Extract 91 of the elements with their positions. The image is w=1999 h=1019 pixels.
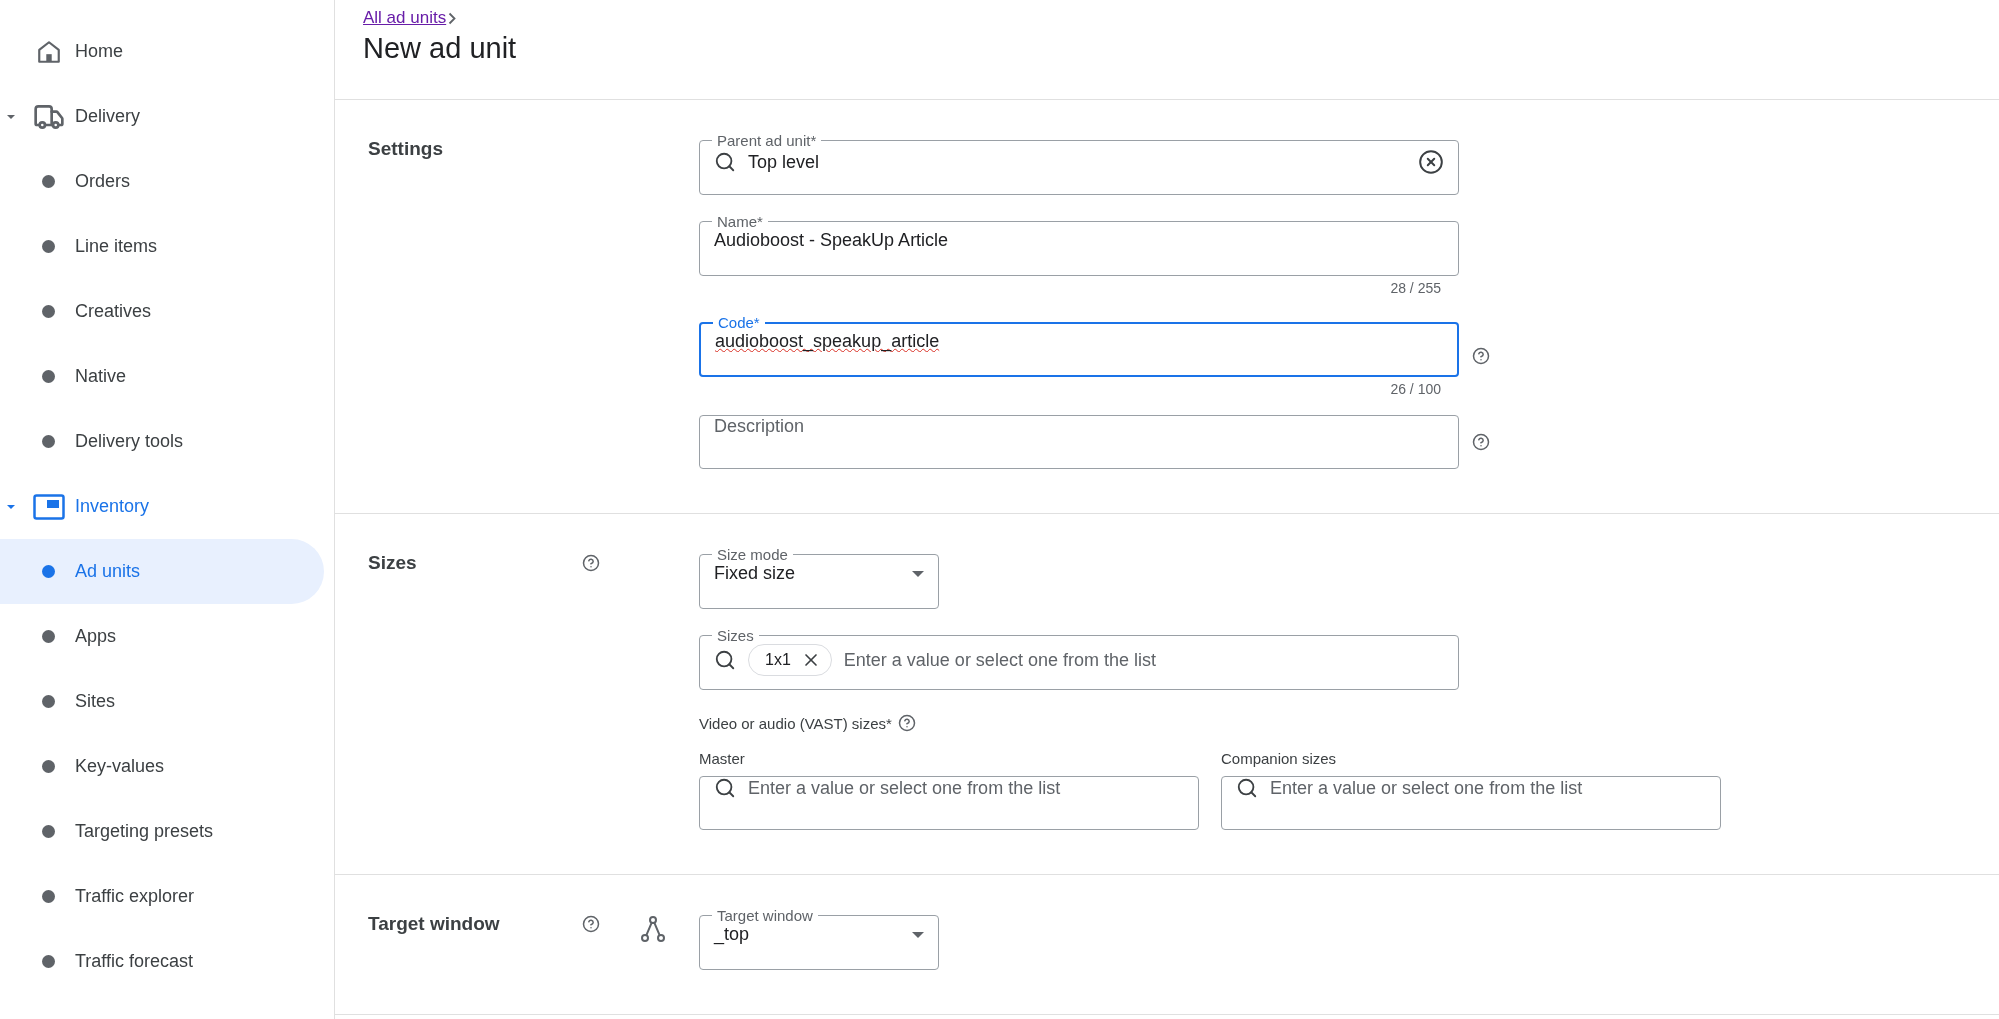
nav-item[interactable]: Traffic explorer <box>75 886 195 907</box>
input-text[interactable]: Description <box>714 416 1444 437</box>
help-icon[interactable] <box>582 915 600 933</box>
field-label: Sizes <box>716 627 755 644</box>
bullet-icon <box>42 175 55 188</box>
bullet-icon <box>42 890 55 903</box>
help-icon[interactable] <box>1472 433 1490 451</box>
field-label: Master <box>699 750 746 767</box>
home-icon <box>35 38 62 65</box>
input-text[interactable]: Top level <box>748 151 1406 173</box>
dropdown-value: _top <box>714 924 751 945</box>
nav-item-background[interactable]: Apps <box>0 604 324 669</box>
bullet-icon <box>42 565 55 578</box>
input-text[interactable]: Audioboost - SpeakUp Article <box>714 230 1444 251</box>
nav-item[interactable]: Traffic forecast <box>75 951 194 972</box>
bullet-icon <box>42 435 55 448</box>
field-label: Parent ad unit* <box>716 132 818 149</box>
input-text[interactable]: Enter a value or select one from the list <box>748 777 1184 799</box>
caret-icon[interactable] <box>7 504 15 509</box>
nav-item[interactable]: Orders <box>75 171 130 192</box>
search-field[interactable]: Sizes 1x1 Enter a value or select one from the list <box>699 627 1459 690</box>
bullet-icon <box>42 695 55 708</box>
text-field[interactable]: Description <box>699 415 1459 469</box>
field-label: Size mode <box>716 546 789 563</box>
nav-item[interactable]: Creatives <box>75 301 152 322</box>
nav-item[interactable]: Delivery <box>75 106 140 127</box>
nav-item-background[interactable]: Ad units <box>0 539 324 604</box>
branch-icon <box>640 915 666 943</box>
bullet-icon <box>42 305 55 318</box>
dropdown-field[interactable]: Size mode Fixed size <box>699 546 939 609</box>
nav-item[interactable]: Inventory <box>75 496 150 517</box>
nav-item-background[interactable]: Delivery tools <box>0 409 324 474</box>
section-title: Target window <box>368 913 501 936</box>
nav-item[interactable]: Sites <box>75 691 116 712</box>
nav-item[interactable]: Delivery tools <box>75 431 184 452</box>
nav-item-background[interactable]: Traffic explorer <box>0 864 324 929</box>
clear-button[interactable] <box>1418 149 1444 175</box>
group-label: Video or audio (VAST) sizes* <box>699 714 892 732</box>
bullet-icon <box>42 240 55 253</box>
bullet-icon <box>42 955 55 968</box>
nav-item[interactable]: Home <box>75 41 123 62</box>
search-field[interactable]: Enter a value or select one from the list <box>1221 776 1721 830</box>
nav-item[interactable]: Line items <box>75 236 158 257</box>
section-title: Sizes <box>368 552 418 575</box>
input-text[interactable]: Enter a value or select one from the list <box>843 649 1444 671</box>
search-icon <box>714 649 736 671</box>
search-icon <box>714 151 736 173</box>
chip-label: 1x1 <box>765 651 791 669</box>
nav-item-background[interactable]: Line items <box>0 214 324 279</box>
field-label: Target window <box>716 907 814 924</box>
nav-item-background[interactable]: Orders <box>0 149 324 214</box>
help-icon[interactable] <box>897 714 916 732</box>
text-field[interactable]: Code* audioboost_speakup_article <box>699 314 1459 377</box>
search-field[interactable]: Parent ad unit* Top level <box>699 132 1459 195</box>
section-title: Settings <box>368 138 444 161</box>
input-text[interactable]: audioboost_speakup_article <box>715 331 1443 352</box>
search-field[interactable]: Enter a value or select one from the list <box>699 776 1199 830</box>
caret-icon[interactable] <box>7 114 15 119</box>
dropdown-caret-icon <box>912 570 924 577</box>
nav-item-background[interactable]: Targeting presets <box>0 799 324 864</box>
input-text[interactable]: Enter a value or select one from the list <box>1270 777 1706 799</box>
search-icon <box>1236 777 1258 799</box>
chevron-icon <box>448 11 457 25</box>
bullet-icon <box>42 630 55 643</box>
nav-item[interactable]: Key-values <box>75 756 165 777</box>
nav-item[interactable]: Apps <box>75 626 117 647</box>
nav-item-background[interactable]: Traffic forecast <box>0 929 324 994</box>
help-icon[interactable] <box>582 554 600 572</box>
bullet-icon <box>42 825 55 838</box>
nav-item-background[interactable]: Native <box>0 344 324 409</box>
dropdown-value: Fixed size <box>714 563 797 584</box>
field-label: Name* <box>716 213 764 230</box>
breadcrumb-link[interactable]: All ad units <box>363 8 447 28</box>
nav-item-background[interactable]: Key-values <box>0 734 324 799</box>
help-icon[interactable] <box>1472 346 1490 365</box>
nav-item[interactable]: Targeting presets <box>75 821 214 842</box>
bullet-icon <box>42 370 55 383</box>
page-title: New ad unit <box>363 32 518 65</box>
dropdown-field[interactable]: Target window _top <box>699 907 939 970</box>
field-label: Code* <box>717 314 761 331</box>
character-counter: 26 / 100 <box>1390 381 1441 397</box>
search-icon <box>714 777 736 799</box>
character-counter: 28 / 255 <box>1390 280 1441 296</box>
nav-item-background[interactable]: Sites <box>0 669 324 734</box>
bullet-icon <box>42 760 55 773</box>
dropdown-caret-icon <box>912 931 924 938</box>
nav-item[interactable]: Native <box>75 366 127 387</box>
nav-item-background[interactable]: Creatives <box>0 279 324 344</box>
field-label: Companion sizes <box>1221 750 1338 767</box>
nav-item[interactable]: Ad units <box>75 561 141 582</box>
panel-icon <box>32 493 65 520</box>
